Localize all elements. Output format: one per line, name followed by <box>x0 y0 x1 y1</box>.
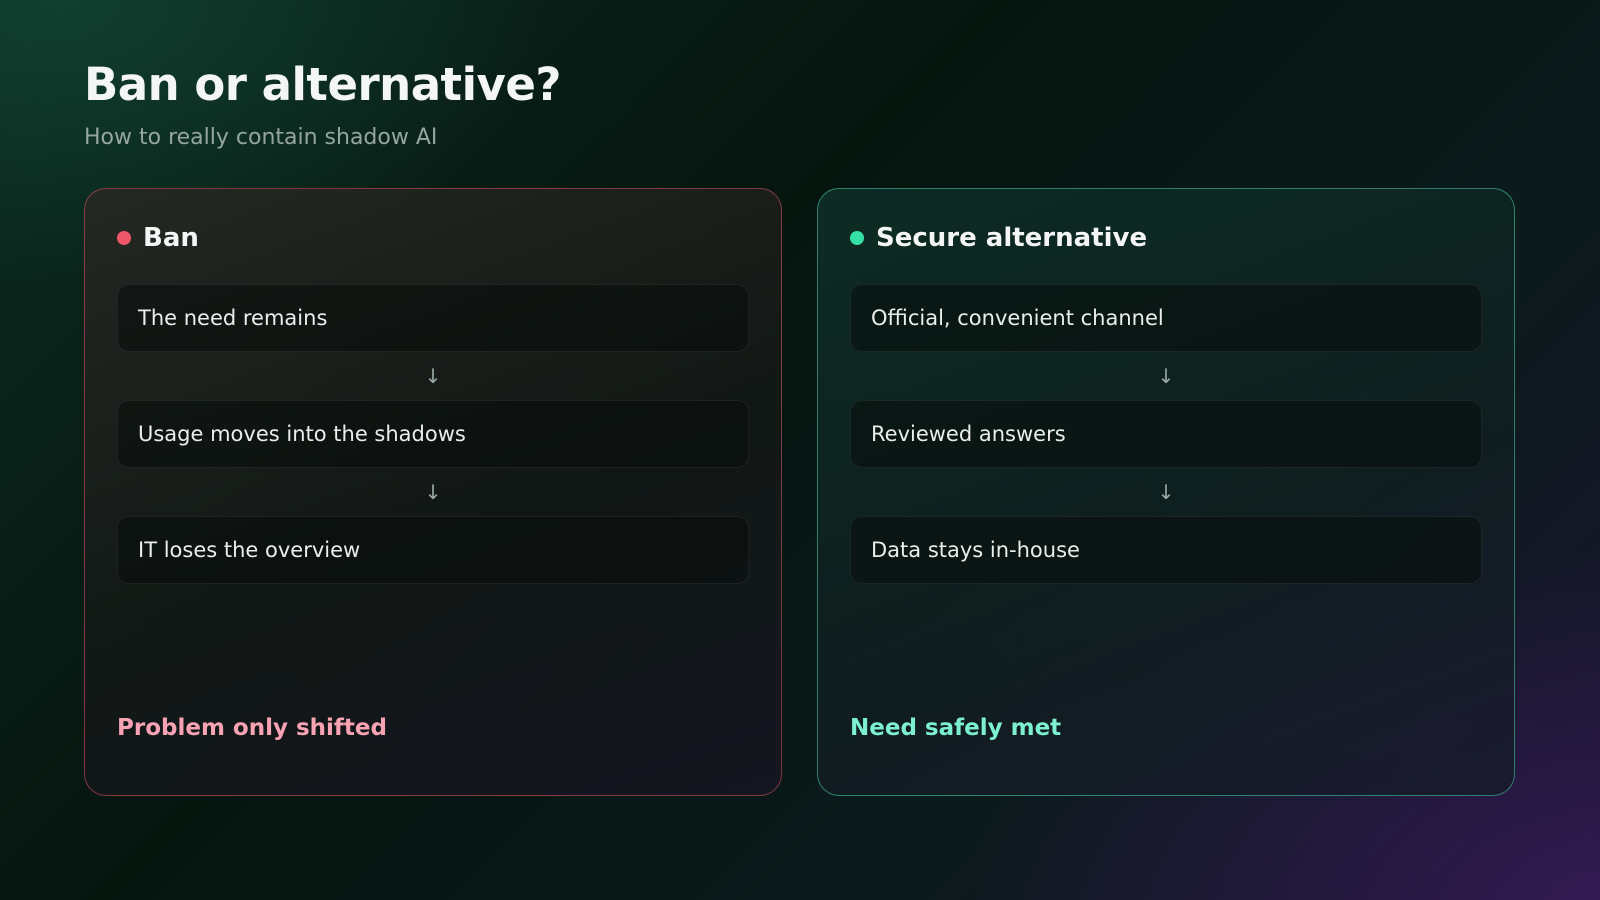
page-subtitle: How to really contain shadow AI <box>84 125 438 150</box>
alternative-panel-title: Secure alternative <box>876 223 1148 253</box>
ban-flow: The need remains ↓ Usage moves into the … <box>117 284 749 584</box>
arrow-down-icon: ↓ <box>1157 364 1175 388</box>
alternative-step-1: Official, convenient channel <box>850 284 1482 352</box>
arrow-down-icon: ↓ <box>1157 480 1175 504</box>
ban-panel-header: Ban <box>117 223 199 253</box>
arrow-down-icon: ↓ <box>424 480 442 504</box>
ban-step-2: Usage moves into the shadows <box>117 400 749 468</box>
ban-conclusion: Problem only shifted <box>117 715 387 741</box>
alternative-flow: Official, convenient channel ↓ Reviewed … <box>850 284 1482 584</box>
red-dot-icon <box>117 231 131 245</box>
alternative-panel-header: Secure alternative <box>850 223 1147 253</box>
alternative-panel: Secure alternative Official, convenient … <box>817 188 1515 796</box>
ban-step-1: The need remains <box>117 284 749 352</box>
ban-panel: Ban The need remains ↓ Usage moves into … <box>84 188 782 796</box>
alternative-step-3: Data stays in-house <box>850 516 1482 584</box>
alternative-conclusion: Need safely met <box>850 715 1062 741</box>
green-dot-icon <box>850 231 864 245</box>
page-title: Ban or alternative? <box>84 58 561 111</box>
alternative-step-2: Reviewed answers <box>850 400 1482 468</box>
ban-panel-title: Ban <box>143 223 199 253</box>
arrow-down-icon: ↓ <box>424 364 442 388</box>
ban-step-3: IT loses the overview <box>117 516 749 584</box>
